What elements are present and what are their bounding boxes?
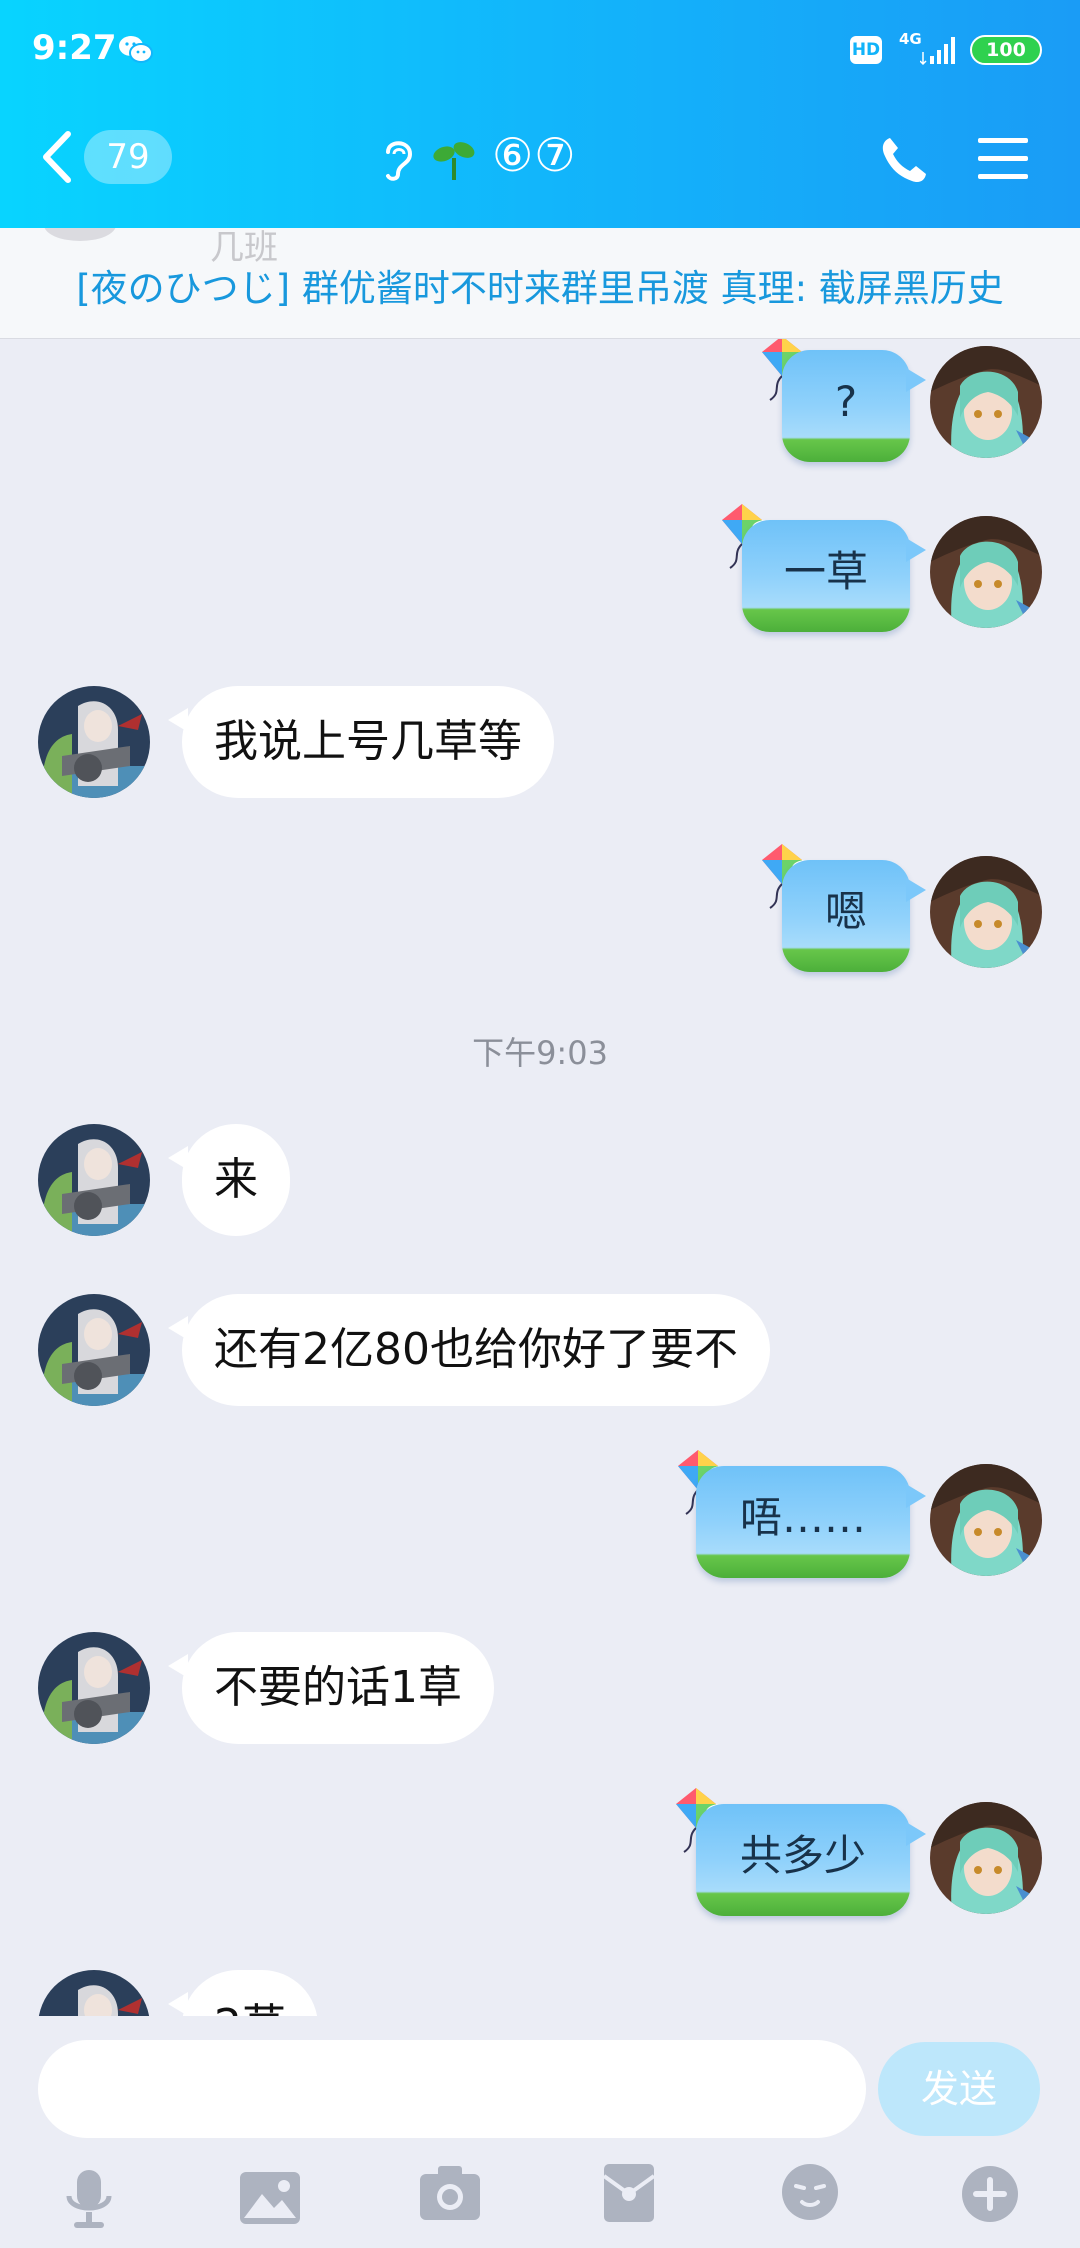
- ear-icon: [378, 136, 418, 186]
- microphone-icon[interactable]: [62, 2168, 116, 2234]
- hd-badge: HD: [850, 36, 882, 64]
- message-input[interactable]: [38, 2040, 866, 2138]
- plus-icon[interactable]: [960, 2164, 1020, 2228]
- announcement-text: [夜のひつじ] 群优酱时不时来群里吊渡 真理: 截屏黑历史: [76, 267, 1004, 310]
- phone-icon[interactable]: [878, 134, 930, 190]
- message-bubble-self[interactable]: 共多少: [696, 1804, 926, 1916]
- red-packet-icon[interactable]: [602, 2162, 656, 2228]
- menu-icon[interactable]: [978, 136, 1028, 186]
- self-avatar[interactable]: [930, 856, 1042, 968]
- message-list[interactable]: ? 一草 我说上号几草等 嗯 下午9:03 来 还有2亿80也给你好了要不 唔……: [0, 338, 1080, 2016]
- back-arrow-icon[interactable]: [40, 130, 74, 188]
- signal-icon: [919, 34, 960, 70]
- sprout-icon: [432, 138, 476, 186]
- group-announcement[interactable]: 几班 [夜のひつじ] 群优酱时不时来群里吊渡 真理: 截屏黑历史: [0, 228, 1080, 339]
- message-bubble-member[interactable]: 来: [168, 1124, 290, 1236]
- battery-indicator: 100: [970, 35, 1042, 65]
- self-avatar[interactable]: [930, 1464, 1042, 1576]
- message-bubble-member[interactable]: 还有2亿80也给你好了要不: [168, 1294, 770, 1406]
- camera-icon[interactable]: [418, 2164, 482, 2228]
- status-time: 9:27: [32, 28, 117, 68]
- member-avatar[interactable]: [38, 1970, 150, 2016]
- time-divider: 下午9:03: [472, 1034, 608, 1072]
- unread-count-badge[interactable]: 79: [84, 130, 172, 184]
- message-bubble-member[interactable]: 不要的话1草: [168, 1632, 494, 1744]
- send-button[interactable]: 发送: [878, 2042, 1040, 2136]
- network-label: 4G: [899, 30, 922, 48]
- self-avatar[interactable]: [930, 1802, 1042, 1914]
- image-icon[interactable]: [238, 2170, 302, 2230]
- message-bubble-self[interactable]: ?: [782, 350, 926, 462]
- member-avatar[interactable]: [38, 686, 150, 798]
- chat-header: 9:27 HD 4G 100 79 ⑥⑦: [0, 0, 1080, 228]
- message-bubble-member[interactable]: 我说上号几草等: [168, 686, 554, 798]
- self-avatar[interactable]: [930, 346, 1042, 458]
- member-avatar[interactable]: [38, 1632, 150, 1744]
- message-bubble-self[interactable]: 一草: [742, 520, 926, 632]
- message-bubble-self[interactable]: 嗯: [782, 860, 926, 972]
- wechat-notification-icon: [118, 34, 154, 70]
- message-bubble-member[interactable]: 2草: [168, 1970, 318, 2016]
- member-avatar[interactable]: [38, 1124, 150, 1236]
- group-title[interactable]: ⑥⑦: [492, 128, 576, 182]
- emoji-icon[interactable]: [780, 2162, 840, 2226]
- input-bar: 发送: [0, 2016, 1080, 2248]
- self-avatar[interactable]: [930, 516, 1042, 628]
- message-bubble-self[interactable]: 唔……: [696, 1466, 926, 1578]
- faded-avatar-icon: [40, 228, 150, 254]
- member-avatar[interactable]: [38, 1294, 150, 1406]
